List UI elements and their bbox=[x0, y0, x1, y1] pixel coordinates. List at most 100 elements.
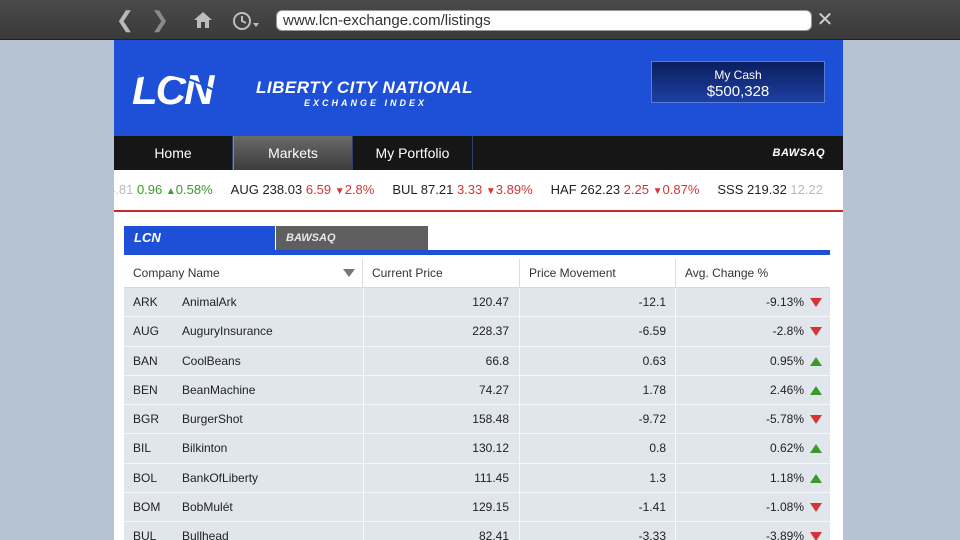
col-avg-change[interactable]: Avg. Change % bbox=[676, 259, 830, 288]
ticker-item: HAF 262.23 2.25 ▼0.87% bbox=[551, 182, 700, 197]
tab-bawsaq[interactable]: BAWSAQ bbox=[276, 226, 428, 250]
table-row[interactable]: ARK AnimalArk 120.47 -12.1 -9.13% bbox=[124, 288, 830, 318]
company-name: BeanMachine bbox=[182, 382, 256, 397]
site-header: LCN LIBERTY CITY NATIONAL EXCHANGE INDEX… bbox=[114, 40, 843, 136]
history-clock-icon[interactable] bbox=[231, 8, 265, 32]
ticker-item: SSS 219.32 12.22 bbox=[717, 182, 823, 197]
table-row[interactable]: BAN CoolBeans 66.8 0.63 0.95% bbox=[124, 346, 830, 376]
company-name: Bilkinton bbox=[182, 441, 228, 456]
col-price-movement[interactable]: Price Movement bbox=[520, 259, 676, 288]
cash-label: My Cash bbox=[714, 68, 762, 82]
col-current-price[interactable]: Current Price bbox=[363, 259, 520, 288]
ticker-row: 4.81 0.96 ▲0.58% AUG 238.03 6.59 ▼2.8% BUL… bbox=[114, 182, 841, 197]
browser-toolbar: ❮ ❯ www.lcn-exchange.com/listings ✕ bbox=[0, 0, 960, 40]
table-row[interactable]: BOM BobMulét 129.15 -1.41 -1.08% bbox=[124, 493, 830, 523]
col-company-name[interactable]: Company Name bbox=[124, 259, 363, 288]
avg-change: 1.18% bbox=[769, 470, 804, 485]
tab-lcn[interactable]: LCN bbox=[124, 226, 275, 250]
lcn-page: LCN LIBERTY CITY NATIONAL EXCHANGE INDEX… bbox=[114, 40, 843, 540]
company-code: BOL bbox=[133, 470, 158, 485]
sort-down-icon[interactable] bbox=[343, 269, 355, 277]
company-code: BEN bbox=[133, 382, 158, 397]
ticker-value: BUL bbox=[392, 182, 418, 197]
stock-ticker: 4.81 0.96 ▲0.58% AUG 238.03 6.59 ▼2.8% BUL… bbox=[114, 170, 843, 212]
bawsaq-logo[interactable]: BAWSAQ bbox=[773, 147, 826, 159]
table-row[interactable]: BOL BankOfLiberty 111.45 1.3 1.18% bbox=[124, 463, 830, 494]
price-movement: -9.72 bbox=[520, 405, 676, 435]
ticker-value: 2.25 bbox=[623, 182, 649, 197]
nav-home[interactable]: Home bbox=[114, 136, 233, 170]
listings-table: Company Name Current Price Price Movemen… bbox=[124, 259, 830, 540]
company-name: AnimalArk bbox=[182, 295, 237, 309]
price-movement: 0.8 bbox=[520, 434, 676, 464]
ticker-percent: 3.89% bbox=[495, 182, 533, 197]
home-icon[interactable] bbox=[191, 8, 215, 32]
site-title: LIBERTY CITY NATIONAL bbox=[256, 78, 474, 97]
price-movement: 0.63 bbox=[520, 346, 676, 376]
ticker-item: AUG 238.03 6.59 ▼2.8% bbox=[231, 182, 375, 197]
company-name: BurgerShot bbox=[182, 412, 243, 427]
ticker-value: 87.21 bbox=[420, 182, 454, 197]
avg-change: -2.8% bbox=[772, 324, 804, 339]
avg-change: 0.95% bbox=[769, 353, 804, 368]
current-price: 130.12 bbox=[363, 434, 520, 464]
current-price: 120.47 bbox=[363, 288, 520, 317]
arrow-down-icon bbox=[810, 415, 822, 425]
arrow-down-icon: ▼ bbox=[485, 186, 496, 197]
price-movement: 1.78 bbox=[520, 375, 676, 405]
arrow-down-icon bbox=[810, 298, 822, 307]
ticker-item: BUL 87.21 3.33 ▼3.89% bbox=[392, 182, 532, 197]
svg-text:LCN: LCN bbox=[132, 66, 216, 110]
back-arrow-icon[interactable]: ❮ bbox=[113, 8, 137, 32]
table-row[interactable]: BIL Bilkinton 130.12 0.8 0.62% bbox=[124, 434, 830, 464]
ticker-percent: 2.8% bbox=[344, 182, 375, 197]
ticker-value: 0.96 bbox=[136, 182, 163, 197]
company-code: BGR bbox=[133, 412, 160, 427]
ticker-value: SSS bbox=[717, 182, 744, 197]
arrow-down-icon: ▼ bbox=[334, 186, 345, 197]
company-name: Bullhead bbox=[182, 529, 229, 540]
arrow-up-icon bbox=[810, 473, 822, 483]
current-price: 228.37 bbox=[363, 317, 520, 347]
ticker-percent: 0.87% bbox=[662, 182, 700, 197]
ticker-value: 219.32 bbox=[747, 182, 787, 197]
current-price: 74.27 bbox=[363, 375, 520, 405]
ticker-value: 4.81 bbox=[114, 182, 134, 197]
ticker-percent: 0.58% bbox=[175, 182, 213, 197]
market-tabs: LCN BAWSAQ bbox=[124, 226, 830, 255]
arrow-down-icon bbox=[810, 503, 822, 513]
price-movement: -6.59 bbox=[520, 317, 676, 347]
arrow-down-icon bbox=[810, 327, 822, 337]
current-price: 66.8 bbox=[363, 346, 520, 376]
company-name: CoolBeans bbox=[182, 353, 241, 368]
nav-markets[interactable]: Markets bbox=[233, 136, 353, 170]
price-movement: -12.1 bbox=[520, 288, 676, 317]
nav-portfolio[interactable]: My Portfolio bbox=[353, 136, 473, 170]
arrow-down-icon bbox=[810, 532, 822, 540]
price-movement: 1.3 bbox=[520, 463, 676, 493]
table-row[interactable]: AUG AuguryInsurance 228.37 -6.59 -2.8% bbox=[124, 317, 830, 347]
forward-arrow-icon[interactable]: ❯ bbox=[148, 8, 172, 32]
tab-lcn-label: LCN bbox=[134, 230, 161, 245]
table-row[interactable]: BGR BurgerShot 158.48 -9.72 -5.78% bbox=[124, 405, 830, 435]
site-subtitle: EXCHANGE INDEX bbox=[304, 98, 428, 108]
cash-balance: My Cash $500,328 bbox=[651, 61, 825, 103]
arrow-up-icon bbox=[810, 385, 822, 395]
address-bar[interactable]: www.lcn-exchange.com/listings bbox=[276, 10, 812, 31]
company-name: AuguryInsurance bbox=[182, 324, 273, 339]
table-row[interactable]: BUL Bullhead 82.41 -3.33 -3.89% bbox=[124, 522, 830, 540]
price-movement: -1.41 bbox=[520, 493, 676, 523]
current-price: 129.15 bbox=[363, 493, 520, 523]
company-code: BOM bbox=[133, 500, 161, 515]
tab-bawsaq-label: BAWSAQ bbox=[286, 232, 336, 244]
lcn-logo-icon[interactable]: LCN bbox=[130, 66, 244, 110]
ticker-item: 4.81 0.96 ▲0.58% bbox=[114, 182, 213, 197]
company-code: ARK bbox=[133, 295, 158, 309]
table-row[interactable]: BEN BeanMachine 74.27 1.78 2.46% bbox=[124, 375, 830, 406]
current-price: 82.41 bbox=[363, 522, 520, 540]
table-header: Company Name Current Price Price Movemen… bbox=[124, 259, 830, 288]
company-name: BobMulét bbox=[182, 500, 233, 515]
arrow-down-icon: ▼ bbox=[652, 186, 663, 197]
company-code: BUL bbox=[133, 529, 157, 540]
close-icon[interactable]: ✕ bbox=[814, 8, 836, 32]
